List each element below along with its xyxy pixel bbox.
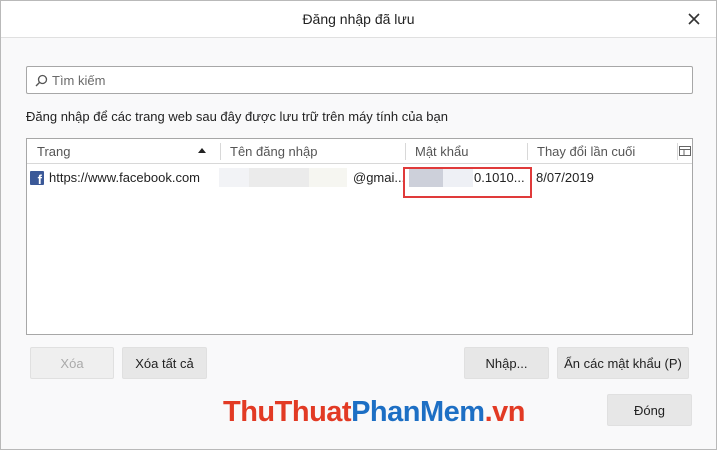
redacted-block <box>249 168 309 187</box>
table-row[interactable]: f https://www.facebook.com @gmai... 0.10… <box>27 164 692 191</box>
column-header-last-changed[interactable]: Thay đổi lần cuối <box>527 139 677 164</box>
cell-last-changed: 8/07/2019 <box>536 170 594 185</box>
facebook-favicon: f <box>30 171 44 186</box>
column-header-username[interactable]: Tên đăng nhập <box>220 139 405 164</box>
dialog-title: Đăng nhập đã lưu <box>302 11 415 27</box>
password-highlight-box <box>403 167 532 198</box>
delete-button[interactable]: Xóa <box>30 347 114 379</box>
watermark-part2: PhanMem <box>351 396 485 428</box>
cell-site: https://www.facebook.com <box>49 170 201 185</box>
logins-table: Trang Tên đăng nhập Mật khẩu Thay đổi lầ… <box>26 138 693 335</box>
close-button[interactable] <box>682 7 706 31</box>
import-button[interactable]: Nhập... <box>464 347 549 379</box>
table-header: Trang Tên đăng nhập Mật khẩu Thay đổi lầ… <box>27 139 692 164</box>
search-box[interactable] <box>26 66 693 94</box>
description-text: Đăng nhập để các trang web sau đây được … <box>26 109 448 124</box>
sort-ascending-icon <box>198 148 206 153</box>
column-header-site[interactable]: Trang <box>27 139 220 164</box>
hide-passwords-button[interactable]: Ẩn các mật khẩu (P) <box>557 347 689 379</box>
search-icon <box>35 74 48 86</box>
column-picker-icon[interactable] <box>678 144 692 158</box>
watermark-part1: ThuThuat <box>223 396 352 428</box>
titlebar: Đăng nhập đã lưu <box>1 1 716 38</box>
redacted-block <box>309 168 347 187</box>
search-input[interactable] <box>52 72 672 88</box>
close-dialog-button[interactable]: Đóng <box>607 394 692 426</box>
column-header-password[interactable]: Mật khẩu <box>405 139 527 164</box>
watermark-part3: .vn <box>484 396 526 428</box>
saved-logins-dialog: Đăng nhập đã lưu Đăng nhập để các trang … <box>0 0 717 450</box>
close-icon <box>688 13 700 25</box>
cell-username: @gmai... <box>353 170 406 185</box>
column-header-last-changed-label: Thay đổi lần cuối <box>537 144 636 159</box>
redacted-block <box>219 168 249 187</box>
column-header-site-label: Trang <box>37 144 71 159</box>
column-header-username-label: Tên đăng nhập <box>230 144 318 159</box>
watermark-logo: ThuThuatPhanMem.vn <box>223 396 525 429</box>
column-header-password-label: Mật khẩu <box>415 144 469 159</box>
delete-all-button[interactable]: Xóa tất cả <box>122 347 207 379</box>
